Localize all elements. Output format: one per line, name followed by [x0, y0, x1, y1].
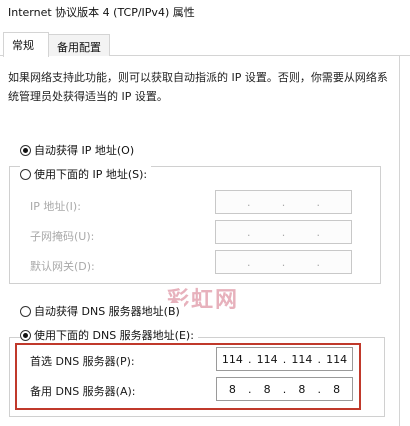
octet-separator: . [316, 255, 320, 269]
tab-general[interactable]: 常规 [3, 32, 49, 57]
alternate-dns-octet-3: 8 [298, 382, 306, 396]
octet-separator: . [247, 195, 251, 209]
octet-separator: . [316, 225, 320, 239]
subnet-mask-input[interactable]: . . . [215, 220, 352, 244]
auto-dns-label: 自动获得 DNS 服务器地址(B) [34, 305, 180, 318]
preferred-dns-label: 首选 DNS 服务器(P): [30, 355, 135, 368]
tab-alternate-configuration[interactable]: 备用配置 [48, 34, 110, 56]
preferred-dns-octet-4: 114 [326, 352, 348, 366]
preferred-dns-octet-2: 114 [256, 352, 278, 366]
description-text: 如果网络支持此功能，则可以获取自动指派的 IP 设置。否则，你需要从网络系统管理… [8, 71, 388, 103]
alternate-dns-octet-4: 8 [333, 382, 341, 396]
auto-ip-radio[interactable]: 自动获得 IP 地址(O) [20, 142, 139, 158]
octet-separator: . [316, 195, 320, 209]
alternate-dns-label: 备用 DNS 服务器(A): [30, 385, 136, 398]
subnet-mask-label: 子网掩码(U): [30, 230, 95, 243]
manual-ip-label: 使用下面的 IP 地址(S): [34, 168, 148, 181]
octet-separator: . [281, 225, 286, 239]
auto-dns-radio[interactable]: 自动获得 DNS 服务器地址(B) [20, 303, 184, 319]
default-gateway-input[interactable]: . . . [215, 250, 352, 274]
radio-checked-icon [20, 144, 31, 156]
alternate-dns-octet-1: 8 [228, 382, 236, 396]
manual-ip-radio[interactable]: 使用下面的 IP 地址(S): [20, 166, 152, 182]
window-title: Internet 协议版本 4 (TCP/IPv4) 属性 [8, 6, 195, 19]
tab-strip: 常规 备用配置 [0, 32, 410, 57]
radio-unchecked-icon [20, 168, 31, 180]
octet-separator: . [247, 225, 251, 239]
auto-ip-label: 自动获得 IP 地址(O) [34, 144, 135, 157]
preferred-dns-input[interactable]: 114. 114. 114. 114 [216, 347, 353, 371]
manual-dns-label: 使用下面的 DNS 服务器地址(E): [34, 329, 194, 342]
octet-separator: . [281, 195, 286, 209]
title-bar: Internet 协议版本 4 (TCP/IPv4) 属性 [0, 0, 410, 22]
radio-checked-icon [20, 329, 31, 341]
alternate-dns-input[interactable]: 8. 8. 8. 8 [216, 377, 353, 401]
alternate-dns-octet-2: 8 [263, 382, 271, 396]
octet-separator: . [247, 255, 251, 269]
manual-dns-radio[interactable]: 使用下面的 DNS 服务器地址(E): [20, 327, 198, 343]
ip-address-label: IP 地址(I): [30, 200, 81, 213]
preferred-dns-octet-1: 114 [221, 352, 243, 366]
default-gateway-label: 默认网关(D): [30, 260, 95, 273]
preferred-dns-octet-3: 114 [291, 352, 313, 366]
ip-address-input[interactable]: . . . [215, 190, 352, 214]
octet-separator: . [281, 255, 286, 269]
radio-unchecked-icon [20, 305, 31, 317]
